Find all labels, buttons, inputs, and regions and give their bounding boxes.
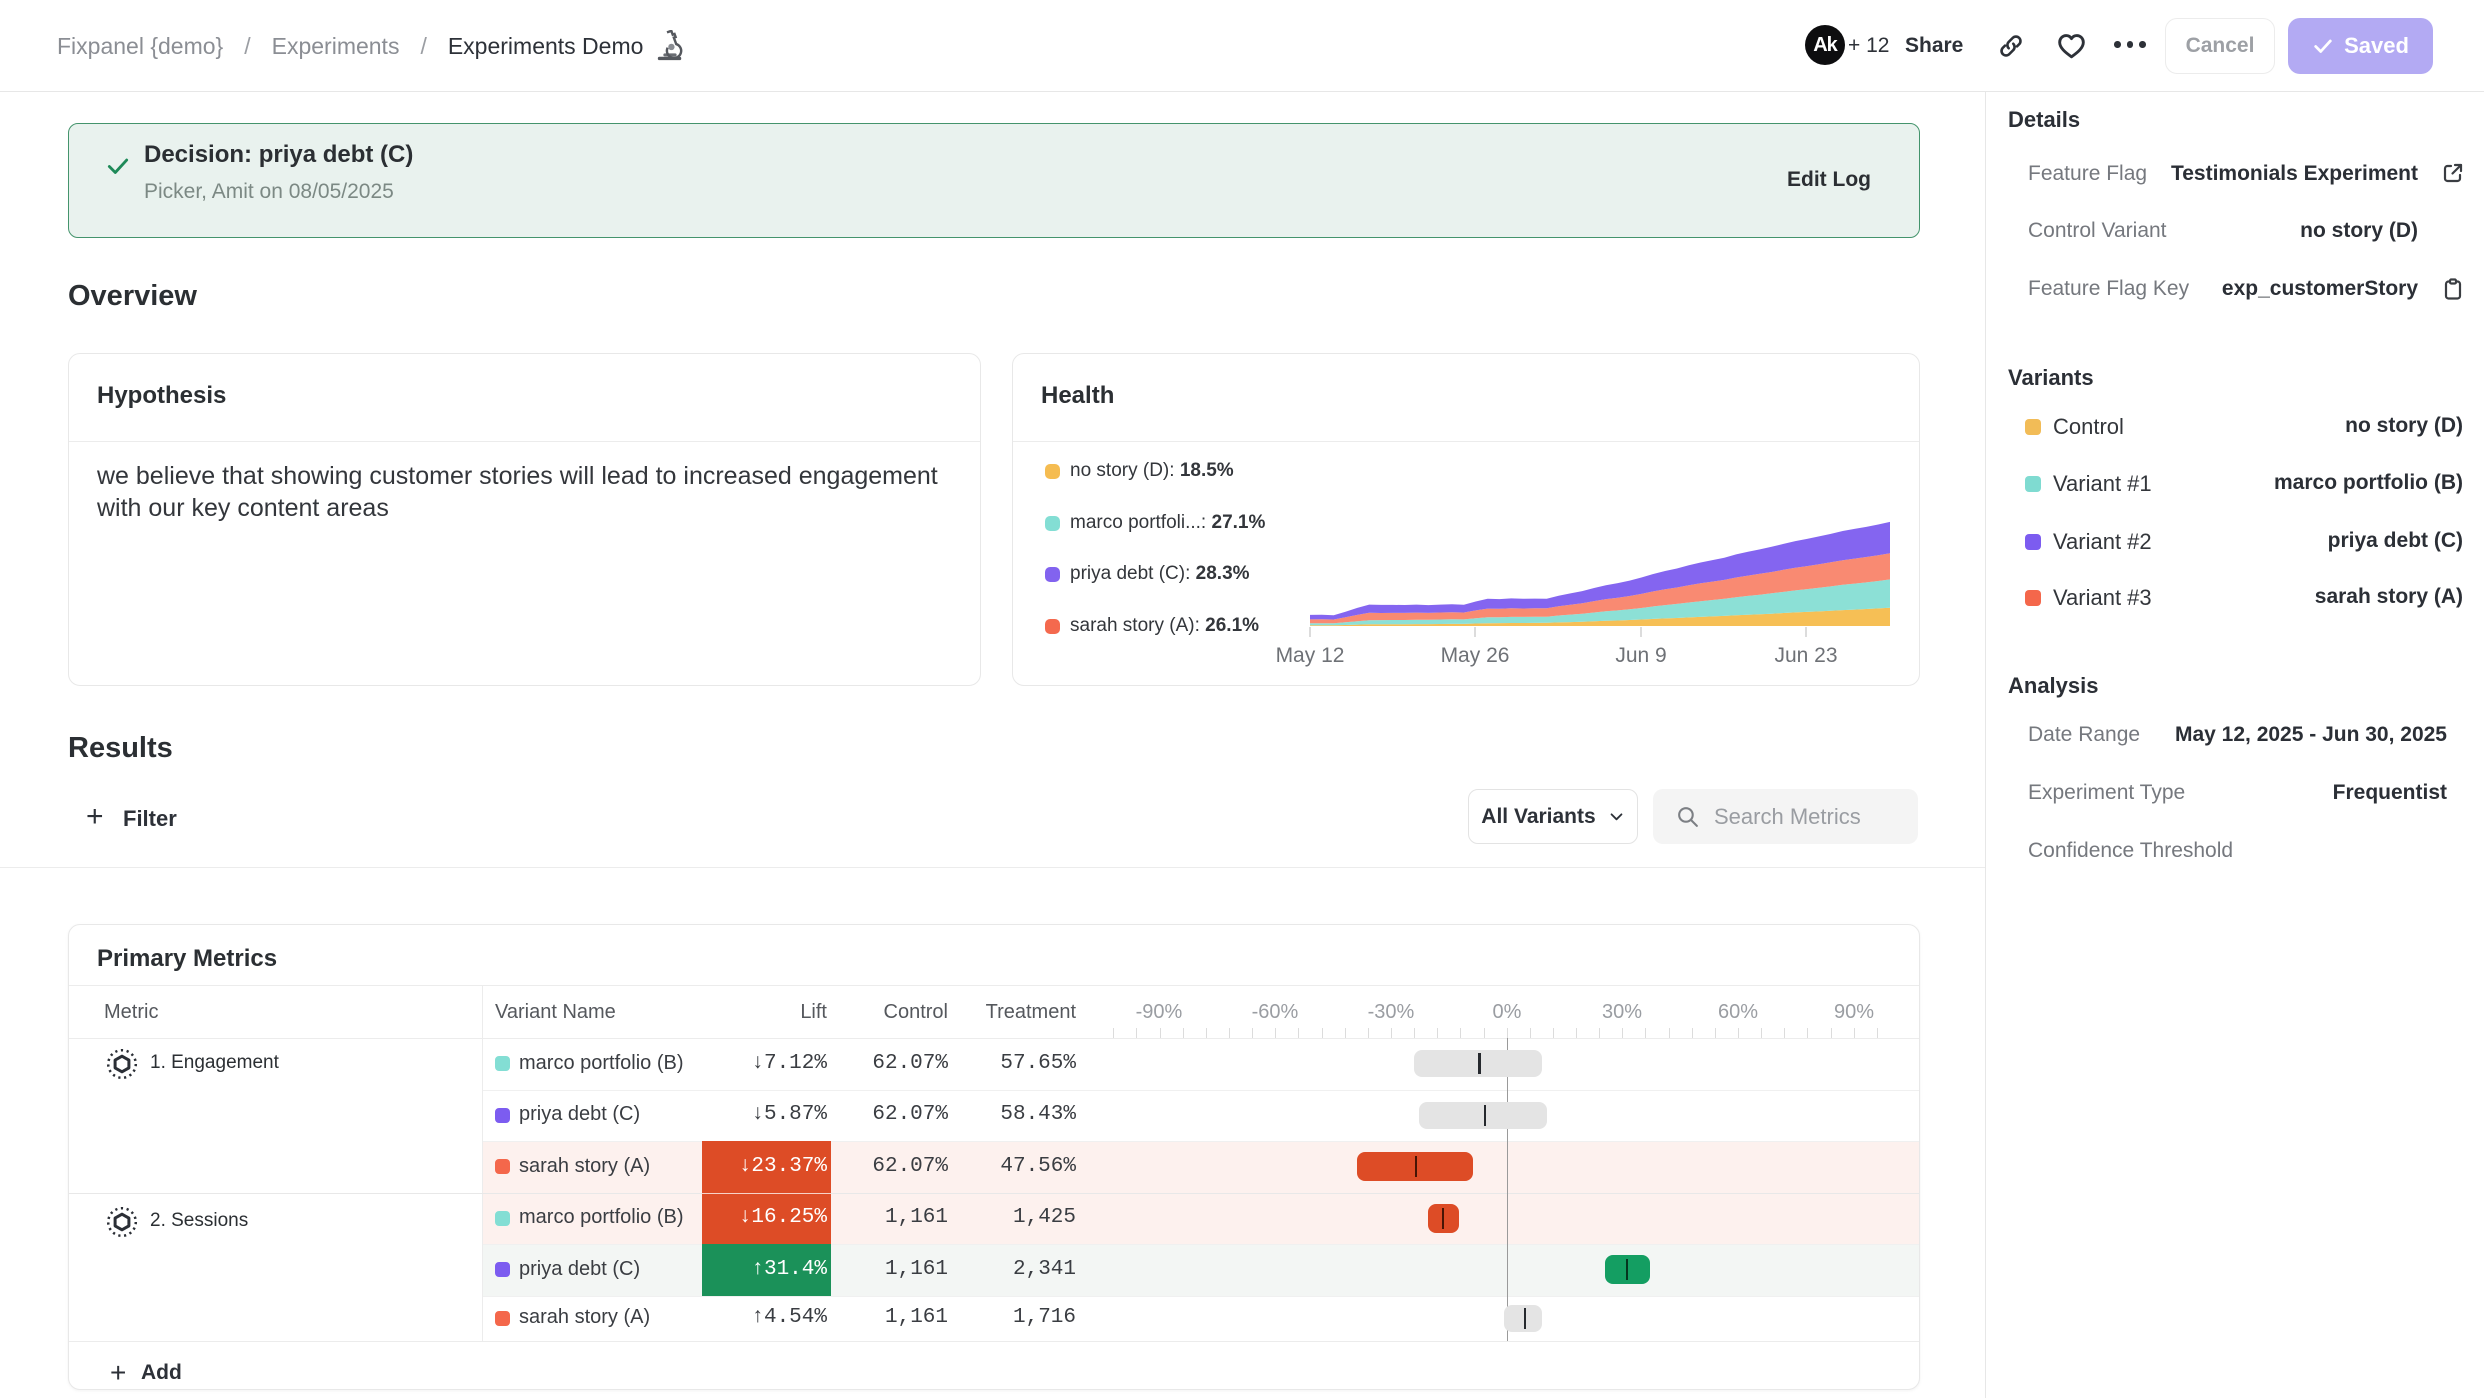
svg-text:May 12: May 12 xyxy=(1276,644,1345,667)
svg-text:May 26: May 26 xyxy=(1441,644,1510,667)
svg-text:Jun 23: Jun 23 xyxy=(1774,644,1837,667)
svg-text:Jun 9: Jun 9 xyxy=(1615,644,1666,667)
